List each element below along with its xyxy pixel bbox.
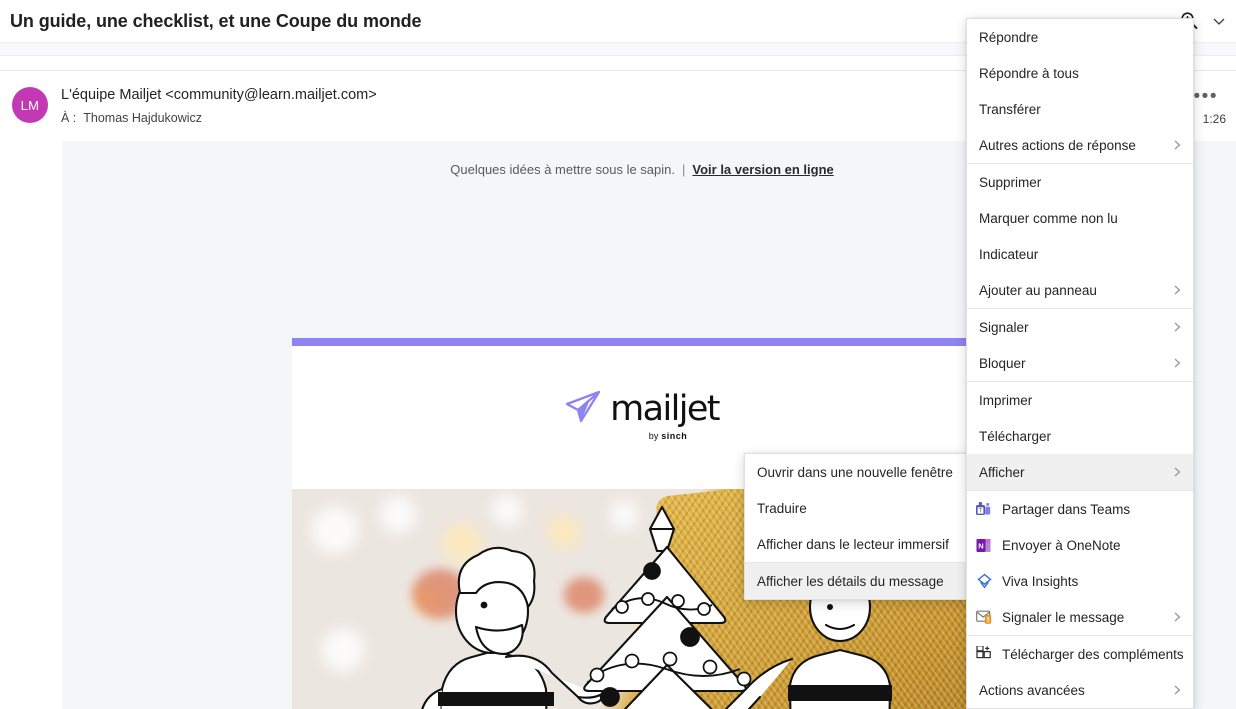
menu-item-actions-avancées[interactable]: Actions avancées bbox=[967, 672, 1193, 708]
menu-item-label: Signaler le message bbox=[1002, 609, 1125, 625]
viva-insights-icon bbox=[975, 572, 993, 590]
menu-item-répondre[interactable]: Répondre bbox=[967, 19, 1193, 55]
onenote-icon: N bbox=[975, 536, 993, 554]
add-ins-icon bbox=[975, 645, 993, 663]
menu-item-label: Partager dans Teams bbox=[1002, 501, 1131, 517]
menu-item-imprimer[interactable]: Imprimer bbox=[967, 382, 1193, 418]
menu-item-bloquer[interactable]: Bloquer bbox=[967, 345, 1193, 381]
email-preheader: Quelques idées à mettre sous le sapin. |… bbox=[292, 141, 992, 197]
menu-item-label: Répondre bbox=[979, 29, 1039, 45]
chevron-right-icon bbox=[1171, 611, 1183, 623]
menu-item-signaler-le-message[interactable]: Signaler le message bbox=[967, 599, 1193, 635]
brand-byline: by sinch bbox=[649, 431, 688, 441]
page-title: Un guide, une checklist, et une Coupe du… bbox=[10, 10, 422, 31]
menu-item-label: Ouvrir dans une nouvelle fenêtre bbox=[757, 464, 953, 480]
outlook-message-reading-pane: Un guide, une checklist, et une Coupe du… bbox=[0, 0, 1236, 709]
menu-item-label: Traduire bbox=[757, 500, 807, 516]
byline-name: sinch bbox=[661, 431, 688, 441]
svg-text:N: N bbox=[978, 541, 983, 550]
to-label: À : bbox=[61, 111, 77, 125]
menu-item-label: Télécharger des compléments bbox=[1002, 646, 1183, 662]
view-submenu[interactable]: Ouvrir dans une nouvelle fenêtre Traduire… bbox=[744, 453, 972, 600]
message-context-menu[interactable]: Répondre Répondre à tous Transférer Autres … bbox=[966, 18, 1194, 709]
menu-item-partager-dans-teams[interactable]: T Partager dans Teams bbox=[967, 491, 1193, 527]
email-brand-logo: mailjet by sinch bbox=[292, 389, 992, 441]
svg-text:T: T bbox=[978, 508, 982, 514]
menu-item-label: Envoyer à OneNote bbox=[1002, 537, 1121, 553]
menu-item-label: Indicateur bbox=[979, 246, 1039, 262]
menu-item-indicateur[interactable]: Indicateur bbox=[967, 236, 1193, 272]
mailjet-arrow-icon bbox=[565, 390, 603, 429]
menu-item-label: Transférer bbox=[979, 101, 1041, 117]
chevron-right-icon bbox=[1171, 466, 1183, 478]
menu-item-viva-insights[interactable]: Viva Insights bbox=[967, 563, 1193, 599]
brand-wordmark: mailjet bbox=[610, 389, 720, 429]
menu-item-label: Actions avancées bbox=[979, 682, 1085, 698]
preheader-text: Quelques idées à mettre sous le sapin. bbox=[450, 161, 675, 177]
chevron-right-icon bbox=[1171, 321, 1183, 333]
menu-item-ajouter-au-panneau[interactable]: Ajouter au panneau bbox=[967, 272, 1193, 308]
chevron-right-icon bbox=[1171, 684, 1183, 696]
report-message-icon bbox=[975, 608, 993, 626]
sender-address[interactable]: L'équipe Mailjet <community@learn.mailje… bbox=[61, 87, 377, 103]
menu-item-supprimer[interactable]: Supprimer bbox=[967, 164, 1193, 200]
menu-item-label: Ajouter au panneau bbox=[979, 282, 1097, 298]
menu-item-label: Afficher les détails du message bbox=[757, 573, 944, 589]
chevron-right-icon bbox=[1171, 357, 1183, 369]
menu-item-marquer-comme-non-lu[interactable]: Marquer comme non lu bbox=[967, 200, 1193, 236]
menu-item-télécharger[interactable]: Télécharger bbox=[967, 418, 1193, 454]
recipient-name: Thomas Hajdukowicz bbox=[83, 111, 203, 125]
menu-item-label: Afficher dans le lecteur immersif bbox=[757, 536, 949, 552]
byline-prefix: by bbox=[648, 431, 659, 441]
avatar[interactable]: LM bbox=[12, 87, 48, 123]
chevron-right-icon bbox=[1171, 284, 1183, 296]
menu-item-envoyer-à-onenote[interactable]: N Envoyer à OneNote bbox=[967, 527, 1193, 563]
brand-accent-rule bbox=[292, 338, 992, 346]
menu-item-télécharger-des-compléments[interactable]: Télécharger des compléments bbox=[967, 636, 1193, 672]
menu-item-label: Imprimer bbox=[979, 392, 1033, 408]
menu-item-label: Signaler bbox=[979, 319, 1029, 335]
menu-item-label: Supprimer bbox=[979, 174, 1042, 190]
menu-item-label: Autres actions de réponse bbox=[979, 137, 1136, 153]
menu-item-label: Afficher bbox=[979, 464, 1025, 480]
teams-icon: T bbox=[975, 500, 993, 518]
menu-item-label: Télécharger bbox=[979, 428, 1052, 444]
recipient-line: À : Thomas Hajdukowicz bbox=[61, 111, 202, 125]
menu-item-afficher[interactable]: Afficher bbox=[967, 454, 1193, 490]
chevron-right-icon bbox=[1171, 139, 1183, 151]
menu-item-label: Viva Insights bbox=[1002, 573, 1079, 589]
menu-item-signaler[interactable]: Signaler bbox=[967, 309, 1193, 345]
menu-item-label: Bloquer bbox=[979, 355, 1026, 371]
more-options-button[interactable]: ••• bbox=[1194, 87, 1218, 106]
submenu-item-ouvrir-dans-une-nouvelle-fenêtre[interactable]: Ouvrir dans une nouvelle fenêtre bbox=[745, 454, 971, 490]
preheader-separator: | bbox=[682, 161, 686, 177]
submenu-item-afficher-les-détails-du-message[interactable]: Afficher les détails du message bbox=[745, 563, 971, 599]
menu-item-autres-actions-de-réponse[interactable]: Autres actions de réponse bbox=[967, 127, 1193, 163]
submenu-item-afficher-dans-le-lecteur-immersif[interactable]: Afficher dans le lecteur immersif bbox=[745, 526, 971, 562]
menu-item-label: Répondre à tous bbox=[979, 65, 1079, 81]
view-online-link[interactable]: Voir la version en ligne bbox=[692, 162, 833, 177]
menu-item-label: Marquer comme non lu bbox=[979, 210, 1118, 226]
message-timestamp: 1:26 bbox=[1202, 112, 1226, 126]
chevron-down-icon[interactable] bbox=[1210, 12, 1228, 30]
menu-item-transférer[interactable]: Transférer bbox=[967, 91, 1193, 127]
menu-item-répondre-à-tous[interactable]: Répondre à tous bbox=[967, 55, 1193, 91]
submenu-item-traduire[interactable]: Traduire bbox=[745, 490, 971, 526]
